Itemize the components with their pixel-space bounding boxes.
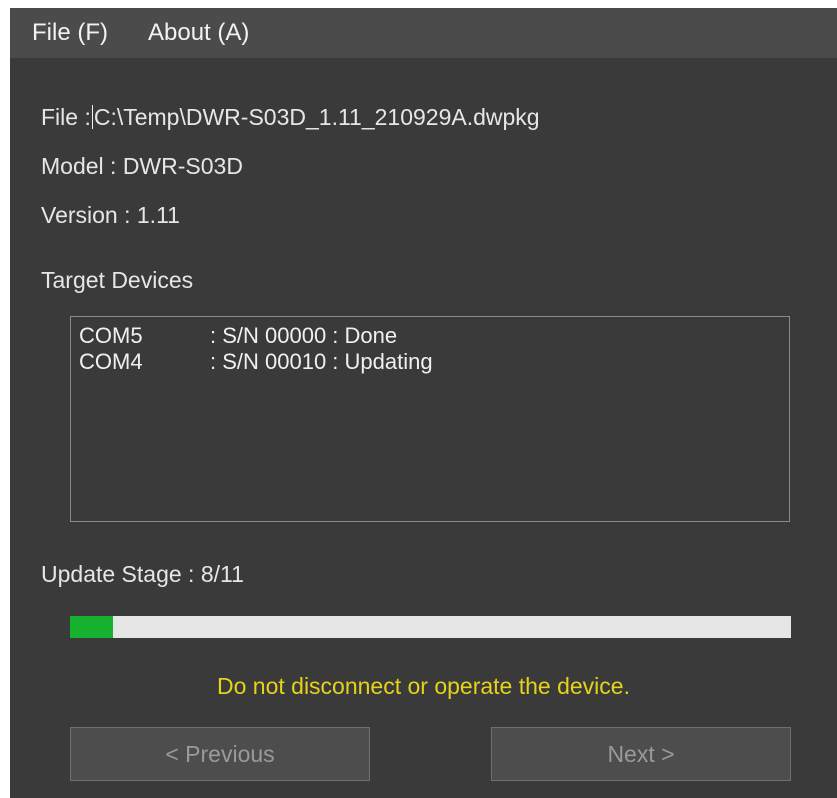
menu-bar: File (F) About (A) bbox=[10, 8, 837, 58]
file-info: File : C:\Temp\DWR-S03D_1.11_210929A.dwpk… bbox=[41, 104, 540, 131]
menu-about[interactable]: About (A) bbox=[148, 19, 249, 47]
warning-message: Do not disconnect or operate the device. bbox=[217, 673, 630, 699]
text-caret bbox=[91, 105, 93, 129]
progress-fill bbox=[70, 616, 114, 638]
update-stage: Update Stage : 8/11 bbox=[41, 561, 244, 587]
next-button[interactable]: Next > bbox=[491, 727, 791, 781]
update-window: File (F) About (A) File : C:\Temp\DWR-S03… bbox=[10, 8, 837, 798]
menu-file[interactable]: File (F) bbox=[32, 19, 108, 47]
list-item[interactable]: COM5 : S/N 00000 : Done bbox=[71, 323, 789, 349]
device-status: : S/N 00000 : Done bbox=[210, 323, 398, 348]
device-port: COM5 bbox=[79, 323, 143, 348]
previous-button[interactable]: < Previous bbox=[70, 727, 370, 781]
target-devices-heading: Target Devices bbox=[41, 267, 194, 293]
version-info: Version : 1.11 bbox=[41, 202, 180, 228]
file-label: File : bbox=[41, 104, 91, 130]
list-item[interactable]: COM4 : S/N 00010 : Updating bbox=[71, 349, 789, 375]
device-port: COM4 bbox=[79, 349, 143, 374]
file-path: C:\Temp\DWR-S03D_1.11_210929A.dwpkg bbox=[93, 104, 540, 130]
device-status: : S/N 00010 : Updating bbox=[210, 349, 433, 374]
model-info: Model : DWR-S03D bbox=[41, 153, 243, 179]
progress-bar bbox=[70, 616, 791, 638]
target-devices-list[interactable]: COM5 : S/N 00000 : Done COM4 : S/N 00010… bbox=[70, 316, 790, 522]
